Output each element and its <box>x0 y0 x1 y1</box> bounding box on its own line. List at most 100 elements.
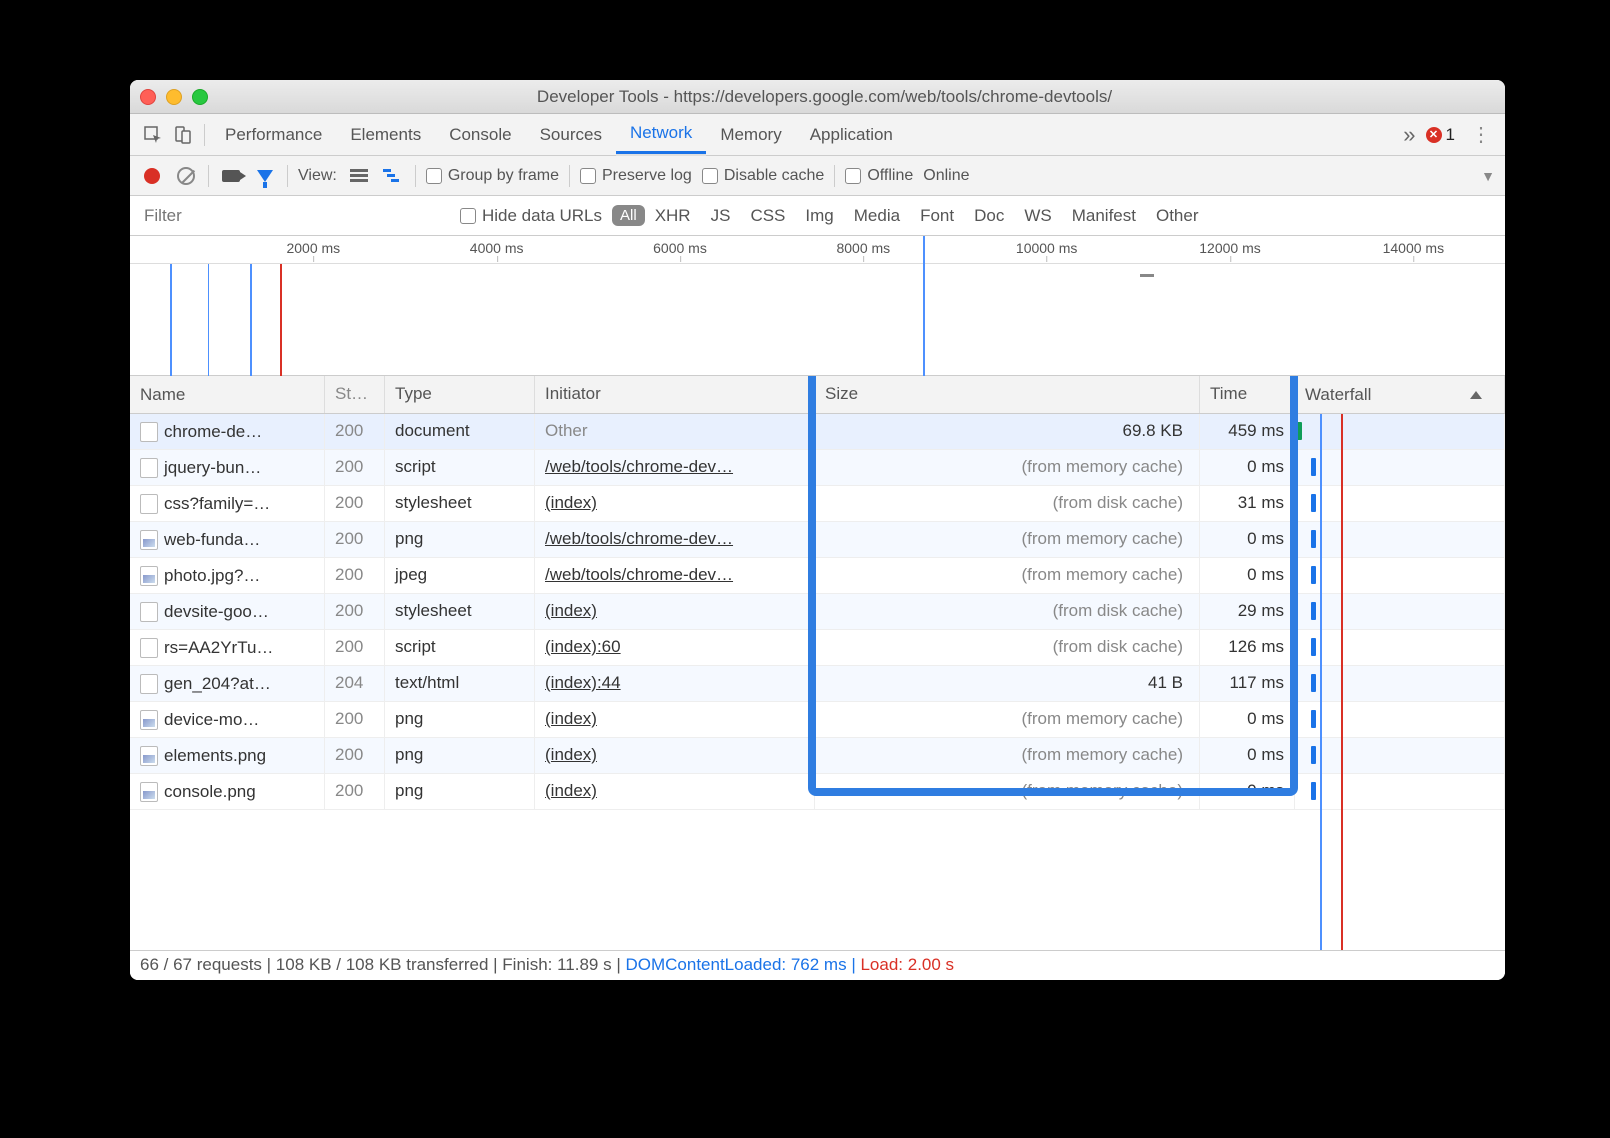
filter-type-img[interactable]: Img <box>795 206 843 226</box>
request-name: device-mo… <box>164 710 259 730</box>
device-toolbar-icon[interactable] <box>168 120 198 150</box>
request-waterfall-cell <box>1295 666 1505 701</box>
hide-data-urls-checkbox[interactable]: Hide data URLs <box>460 206 602 226</box>
col-waterfall[interactable]: Waterfall <box>1295 376 1505 413</box>
initiator-link[interactable]: (index) <box>545 601 597 620</box>
filter-type-doc[interactable]: Doc <box>964 206 1014 226</box>
request-waterfall-cell <box>1295 774 1505 809</box>
screenshots-icon[interactable] <box>219 164 243 188</box>
tab-network[interactable]: Network <box>616 114 706 156</box>
zoom-window-button[interactable] <box>192 89 208 105</box>
online-select[interactable]: Online <box>923 167 969 185</box>
waterfall-bar <box>1311 494 1316 512</box>
tab-memory[interactable]: Memory <box>706 114 795 156</box>
table-row[interactable]: chrome-de…200documentOther69.8 KB459 ms <box>130 414 1505 450</box>
request-status: 200 <box>325 630 385 665</box>
request-time: 0 ms <box>1200 522 1295 557</box>
table-row[interactable]: elements.png200png(index)(from memory ca… <box>130 738 1505 774</box>
request-status: 200 <box>325 414 385 449</box>
request-type: png <box>385 522 535 557</box>
document-file-icon <box>140 602 158 622</box>
initiator-link[interactable]: (index):44 <box>545 673 621 692</box>
table-row[interactable]: jquery-bun…200script/web/tools/chrome-de… <box>130 450 1505 486</box>
initiator-link[interactable]: (index):60 <box>545 637 621 656</box>
initiator-link[interactable]: /web/tools/chrome-dev… <box>545 529 733 548</box>
filter-type-css[interactable]: CSS <box>740 206 795 226</box>
status-bar: 66 / 67 requests | 108 KB / 108 KB trans… <box>130 950 1505 980</box>
initiator-link[interactable]: /web/tools/chrome-dev… <box>545 565 733 584</box>
preserve-log-checkbox[interactable]: Preserve log <box>580 167 692 185</box>
request-size: (from memory cache) <box>815 702 1200 737</box>
table-row[interactable]: device-mo…200png(index)(from memory cach… <box>130 702 1505 738</box>
initiator-link[interactable]: (index) <box>545 709 597 728</box>
request-size: (from memory cache) <box>815 450 1200 485</box>
request-waterfall-cell <box>1295 702 1505 737</box>
request-name: gen_204?at… <box>164 674 271 694</box>
request-name: chrome-de… <box>164 422 262 442</box>
filter-type-js[interactable]: JS <box>701 206 741 226</box>
col-name[interactable]: Name <box>130 376 325 413</box>
col-time[interactable]: Time <box>1200 376 1295 413</box>
tab-application[interactable]: Application <box>796 114 907 156</box>
filter-input[interactable] <box>130 196 460 235</box>
timeline-overview[interactable]: 2000 ms4000 ms6000 ms8000 ms10000 ms1200… <box>130 236 1505 376</box>
filter-type-other[interactable]: Other <box>1146 206 1209 226</box>
clear-button[interactable] <box>174 164 198 188</box>
col-initiator[interactable]: Initiator <box>535 376 815 413</box>
record-button[interactable] <box>140 164 164 188</box>
minimize-window-button[interactable] <box>166 89 182 105</box>
initiator-link[interactable]: (index) <box>545 745 597 764</box>
request-status: 204 <box>325 666 385 701</box>
timeline-tick: 2000 ms <box>286 240 340 256</box>
table-row[interactable]: devsite-goo…200stylesheet(index)(from di… <box>130 594 1505 630</box>
error-badge[interactable]: ✕ 1 <box>1426 125 1455 145</box>
filter-type-media[interactable]: Media <box>844 206 910 226</box>
filter-type-xhr[interactable]: XHR <box>645 206 701 226</box>
filter-type-ws[interactable]: WS <box>1014 206 1061 226</box>
request-waterfall-cell <box>1295 594 1505 629</box>
table-row[interactable]: rs=AA2YrTu…200script(index):60(from disk… <box>130 630 1505 666</box>
request-type: script <box>385 630 535 665</box>
table-row[interactable]: photo.jpg?…200jpeg/web/tools/chrome-dev…… <box>130 558 1505 594</box>
tab-performance[interactable]: Performance <box>211 114 336 156</box>
disable-cache-checkbox[interactable]: Disable cache <box>702 167 825 185</box>
initiator-link[interactable]: /web/tools/chrome-dev… <box>545 457 733 476</box>
filter-type-font[interactable]: Font <box>910 206 964 226</box>
throttling-dropdown-icon[interactable]: ▼ <box>1481 168 1495 184</box>
view-large-icon[interactable] <box>347 164 371 188</box>
timeline-tick: 8000 ms <box>836 240 890 256</box>
col-status[interactable]: St… <box>325 376 385 413</box>
request-time: 117 ms <box>1200 666 1295 701</box>
devtools-menu-icon[interactable]: ⋮ <box>1465 122 1497 147</box>
filter-all-pill[interactable]: All <box>612 205 645 226</box>
waterfall-bar <box>1311 782 1316 800</box>
view-waterfall-icon[interactable] <box>381 164 405 188</box>
offline-checkbox[interactable]: Offline <box>845 167 913 185</box>
request-initiator: (index) <box>535 738 815 773</box>
tab-console[interactable]: Console <box>435 114 525 156</box>
table-row[interactable]: console.png200png(index)(from memory cac… <box>130 774 1505 810</box>
tab-sources[interactable]: Sources <box>526 114 616 156</box>
table-row[interactable]: css?family=…200stylesheet(index)(from di… <box>130 486 1505 522</box>
tab-elements[interactable]: Elements <box>336 114 435 156</box>
request-status: 200 <box>325 738 385 773</box>
request-name: css?family=… <box>164 494 270 514</box>
request-name: photo.jpg?… <box>164 566 260 586</box>
request-time: 459 ms <box>1200 414 1295 449</box>
group-by-frame-checkbox[interactable]: Group by frame <box>426 167 559 185</box>
col-size[interactable]: Size <box>815 376 1200 413</box>
inspect-element-icon[interactable] <box>138 120 168 150</box>
filter-type-manifest[interactable]: Manifest <box>1062 206 1146 226</box>
close-window-button[interactable] <box>140 89 156 105</box>
more-tabs-icon[interactable]: » <box>1403 122 1415 148</box>
table-row[interactable]: gen_204?at…204text/html(index):4441 B117… <box>130 666 1505 702</box>
request-size: (from memory cache) <box>815 738 1200 773</box>
network-toolbar: View: Group by frame Preserve log Disabl… <box>130 156 1505 196</box>
col-type[interactable]: Type <box>385 376 535 413</box>
table-row[interactable]: web-funda…200png/web/tools/chrome-dev…(f… <box>130 522 1505 558</box>
initiator-link[interactable]: (index) <box>545 493 597 512</box>
filter-toggle-icon[interactable] <box>253 164 277 188</box>
request-type: png <box>385 702 535 737</box>
request-initiator: /web/tools/chrome-dev… <box>535 558 815 593</box>
initiator-link[interactable]: (index) <box>545 781 597 800</box>
